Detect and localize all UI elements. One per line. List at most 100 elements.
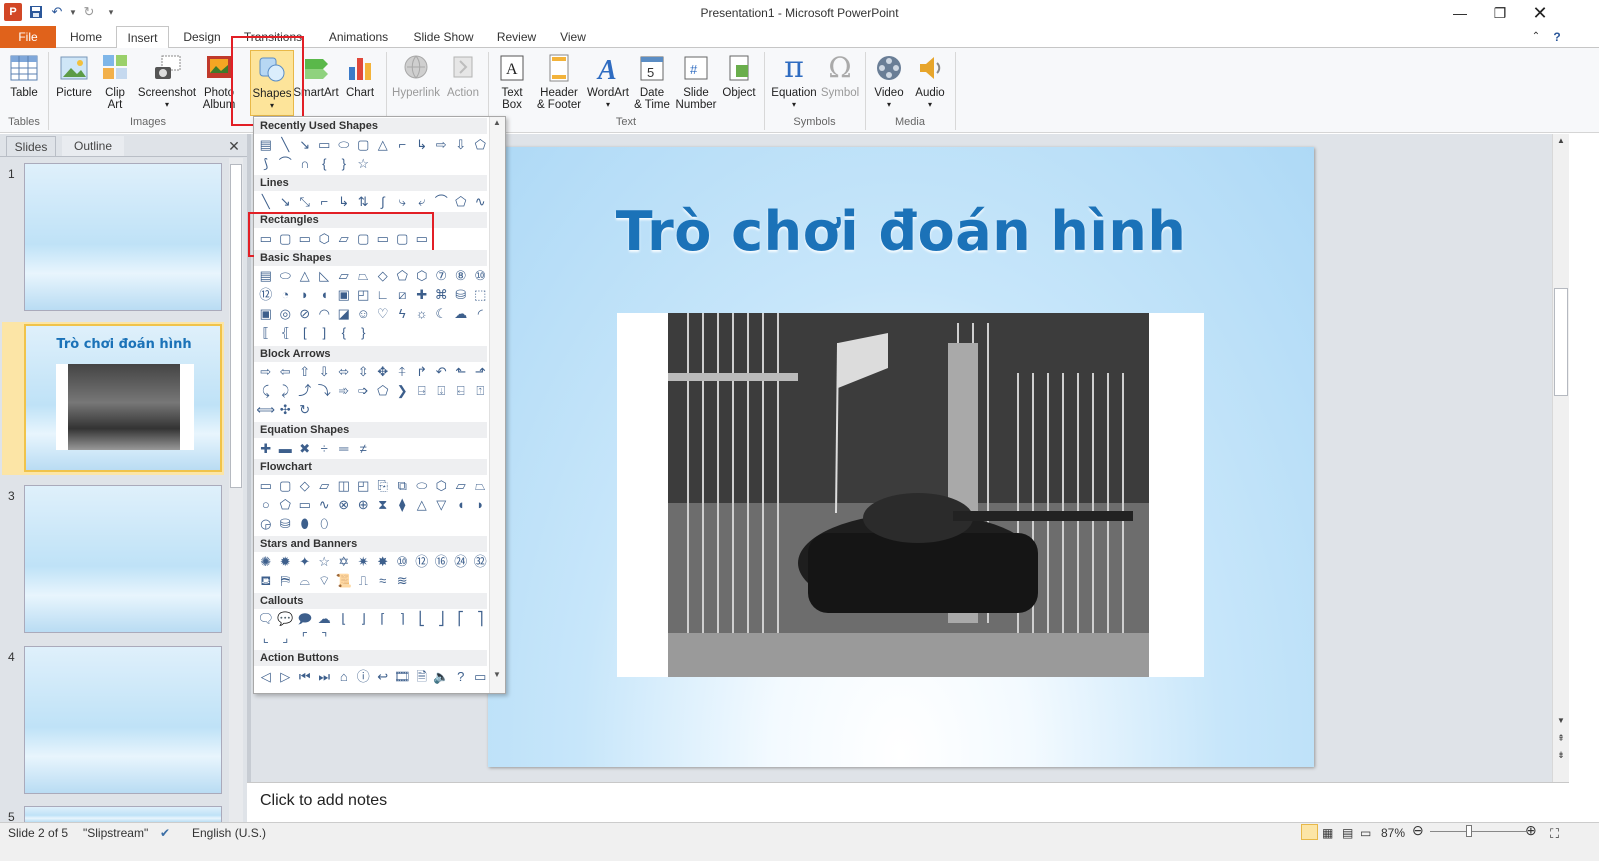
parallelogram-icon[interactable]: ▱ — [334, 266, 354, 285]
striped-right-arrow-icon[interactable]: ➾ — [334, 381, 354, 400]
connector-icon[interactable]: ○ — [256, 495, 276, 514]
pie-icon[interactable]: ◔ — [276, 285, 296, 304]
punched-tape-icon[interactable]: ∿ — [315, 495, 335, 514]
object-button[interactable]: Object — [719, 50, 759, 120]
left-arrow-icon[interactable]: ⇦ — [276, 362, 296, 381]
notched-right-arrow-icon[interactable]: ➩ — [354, 381, 374, 400]
equal-icon[interactable]: ═ — [334, 439, 354, 458]
circular-arrow-icon[interactable]: ↻ — [295, 400, 315, 419]
heptagon-icon[interactable]: ⑦ — [432, 266, 452, 285]
zoom-slider-track[interactable] — [1430, 831, 1526, 832]
table-button[interactable]: Table — [4, 50, 44, 120]
curve-icon[interactable]: ⌒ — [432, 192, 452, 211]
slide-number-button[interactable]: # Slide Number — [674, 50, 718, 120]
accent-callout-1-icon[interactable]: ⎣ — [412, 609, 432, 628]
magnetic-disk-icon[interactable]: ⛁ — [276, 514, 296, 533]
powerpoint-logo-icon[interactable]: P — [4, 3, 22, 21]
delay-icon[interactable]: ◗ — [471, 495, 491, 514]
scroll-up-icon[interactable]: ▲ — [1555, 136, 1567, 150]
summing-junction-icon[interactable]: ⊗ — [334, 495, 354, 514]
screenshot-button[interactable]: Screenshot ▾ — [136, 50, 198, 120]
close-button[interactable]: ✕ — [1520, 0, 1560, 26]
hexagon-icon[interactable]: ⬡ — [412, 266, 432, 285]
cloud-icon[interactable]: ☁ — [451, 304, 471, 323]
sequential-access-storage-icon[interactable]: ◶ — [256, 514, 276, 533]
32-point-star-icon[interactable]: ㉜ — [471, 552, 491, 571]
tab-animations[interactable]: Animations — [321, 26, 396, 48]
arc-icon[interactable]: ◜ — [471, 304, 491, 323]
frame-icon[interactable]: ▣ — [334, 285, 354, 304]
action-movie-icon[interactable]: 🎞 — [393, 667, 413, 686]
slide-picture[interactable] — [668, 313, 1149, 677]
curved-up-ribbon-icon[interactable]: ⌓ — [295, 571, 315, 590]
line-arrow-icon[interactable]: ↘ — [276, 192, 296, 211]
decagon-icon[interactable]: ⑩ — [471, 266, 491, 285]
line-callout-4-icon[interactable]: ⌉ — [393, 609, 413, 628]
right-triangle-icon[interactable]: ◺ — [315, 266, 335, 285]
direct-access-storage-icon[interactable]: ⬮ — [295, 514, 315, 533]
curved-left-arrow-icon[interactable]: ⤸ — [276, 381, 296, 400]
extract-icon[interactable]: △ — [412, 495, 432, 514]
tab-review[interactable]: Review — [489, 26, 544, 48]
7-point-star-icon[interactable]: ✷ — [354, 552, 374, 571]
octagon-icon[interactable]: ⑧ — [451, 266, 471, 285]
process-icon[interactable]: ▭ — [256, 476, 276, 495]
video-button[interactable]: Video ▾ — [869, 50, 909, 120]
rounded-rect-shape-icon[interactable]: ▢ — [354, 135, 374, 154]
tab-slides[interactable]: Slides — [6, 136, 56, 156]
u-turn-arrow-icon[interactable]: ↶ — [432, 362, 452, 381]
tab-design[interactable]: Design — [176, 26, 228, 48]
minimize-ribbon-icon[interactable]: ⌃ — [1528, 26, 1544, 48]
curved-down-arrow-icon[interactable]: ⤵ — [315, 381, 335, 400]
curved-arrow-connector-icon[interactable]: ⤷ — [393, 192, 413, 211]
slide-thumbnail-4[interactable] — [24, 646, 222, 794]
off-page-connector-icon[interactable]: ⬠ — [276, 495, 296, 514]
action-sound-icon[interactable]: 🔈 — [432, 667, 452, 686]
slide-sorter-icon[interactable]: ▦ — [1322, 826, 1333, 840]
plus-icon[interactable]: ✚ — [256, 439, 276, 458]
line-shape-icon[interactable]: ╲ — [276, 135, 296, 154]
chord-icon[interactable]: ◗ — [295, 285, 315, 304]
division-icon[interactable]: ÷ — [315, 439, 335, 458]
header-footer-button[interactable]: Header & Footer — [534, 50, 584, 120]
left-arrow-callout-icon[interactable]: ⍇ — [451, 381, 471, 400]
oval-callout-icon[interactable]: 🗩 — [295, 609, 315, 628]
preparation-icon[interactable]: ⬡ — [432, 476, 452, 495]
data-icon[interactable]: ▱ — [315, 476, 335, 495]
text-box-shape-icon[interactable]: ▤ — [256, 135, 276, 154]
help-icon[interactable]: ? — [1548, 26, 1566, 48]
right-arrow-icon[interactable]: ⇨ — [256, 362, 276, 381]
curved-down-ribbon-icon[interactable]: ⌔ — [315, 571, 335, 590]
action-home-icon[interactable]: ⌂ — [334, 667, 354, 686]
equation-button[interactable]: π Equation ▾ — [768, 50, 820, 120]
16-point-star-icon[interactable]: ⑯ — [432, 552, 452, 571]
down-arrow-shape-icon[interactable]: ⇩ — [451, 135, 471, 154]
left-brace-icon[interactable]: { — [334, 323, 354, 342]
theme-name[interactable]: "Slipstream" — [83, 826, 148, 840]
up-arrow-callout-icon[interactable]: ⍐ — [471, 381, 491, 400]
line-callout-3-icon[interactable]: ⌈ — [373, 609, 393, 628]
tab-view[interactable]: View — [552, 26, 594, 48]
donut-icon[interactable]: ◎ — [276, 304, 296, 323]
explosion-2-icon[interactable]: ✹ — [276, 552, 296, 571]
freeform-icon[interactable]: ⟆ — [256, 154, 276, 173]
wave-icon[interactable]: ≈ — [373, 571, 393, 590]
elbow-arrow-icon[interactable]: ↳ — [412, 135, 432, 154]
alternate-process-icon[interactable]: ▢ — [276, 476, 296, 495]
date-time-button[interactable]: 5 Date & Time — [632, 50, 672, 120]
bent-arrow-icon[interactable]: ↱ — [412, 362, 432, 381]
picture-button[interactable]: Picture — [52, 50, 96, 120]
5-point-star-icon[interactable]: ☆ — [315, 552, 335, 571]
cloud-callout-icon[interactable]: ☁ — [315, 609, 335, 628]
main-vertical-scrollbar[interactable] — [1552, 134, 1569, 782]
elbow-double-arrow-icon[interactable]: ⇅ — [354, 192, 374, 211]
close-pane-icon[interactable]: ✕ — [226, 136, 242, 156]
cross-icon[interactable]: ✚ — [412, 285, 432, 304]
lightning-bolt-icon[interactable]: ϟ — [393, 304, 413, 323]
block-arc-icon[interactable]: ◠ — [315, 304, 335, 323]
customize-qat-icon[interactable]: ▾ — [102, 3, 120, 21]
rectangular-callout-icon[interactable]: 🗨 — [256, 609, 276, 628]
action-back-icon[interactable]: ◁ — [256, 667, 276, 686]
accent-callout-2-icon[interactable]: ⎦ — [432, 609, 452, 628]
10-point-star-icon[interactable]: ⑩ — [393, 552, 413, 571]
